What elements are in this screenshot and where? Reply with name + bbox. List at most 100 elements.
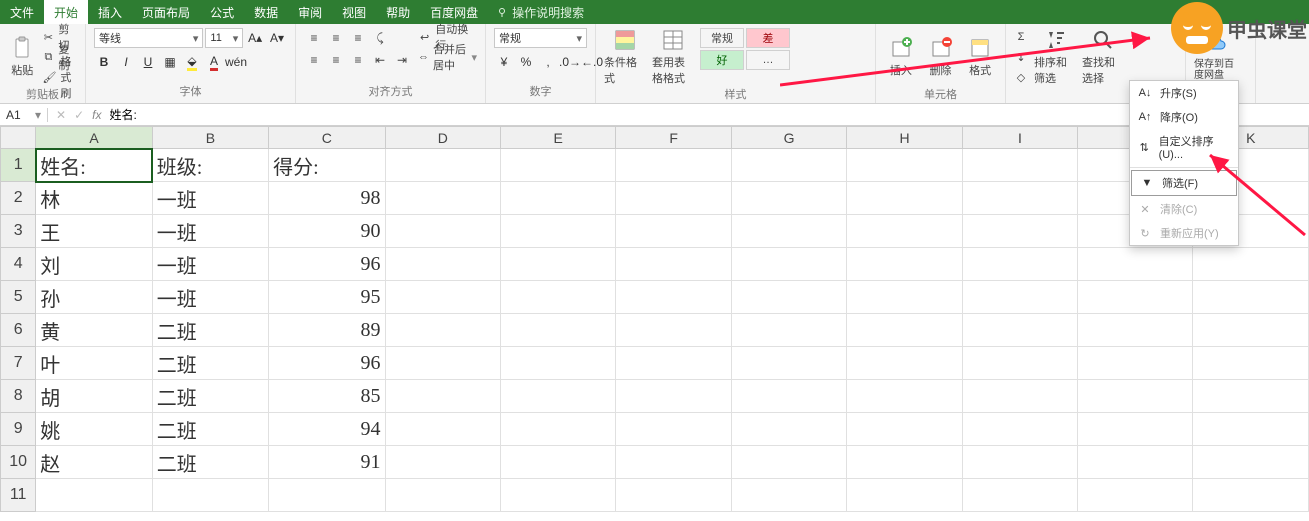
cell[interactable] <box>616 314 731 347</box>
cell[interactable] <box>962 413 1077 446</box>
cell[interactable] <box>847 347 962 380</box>
col-header-G[interactable]: G <box>731 127 846 149</box>
autosum-button[interactable]: Σ <box>1014 28 1028 46</box>
tab-file[interactable]: 文件 <box>0 0 44 24</box>
row-header-4[interactable]: 4 <box>1 248 36 281</box>
cell[interactable] <box>385 479 500 512</box>
font-name-select[interactable]: 等线▾ <box>94 28 203 48</box>
formula-input[interactable] <box>109 108 1301 122</box>
style-normal[interactable]: 常规 <box>700 28 744 48</box>
fx-icon[interactable]: fx <box>92 108 101 122</box>
cell[interactable] <box>501 479 616 512</box>
cell[interactable] <box>1078 281 1193 314</box>
cell[interactable] <box>731 347 846 380</box>
cell[interactable] <box>1078 314 1193 347</box>
cell[interactable] <box>1078 347 1193 380</box>
increase-font-button[interactable]: A▴ <box>245 28 265 48</box>
cell[interactable]: 96 <box>269 347 385 380</box>
cell[interactable]: 胡 <box>36 380 152 413</box>
sort-filter-button[interactable]: 排序和筛选 <box>1034 28 1076 86</box>
cell[interactable] <box>385 446 500 479</box>
cell[interactable] <box>385 413 500 446</box>
cell[interactable]: 一班 <box>152 182 268 215</box>
tab-review[interactable]: 审阅 <box>288 0 332 24</box>
cell[interactable] <box>847 281 962 314</box>
comma-button[interactable]: , <box>538 52 558 72</box>
percent-button[interactable]: % <box>516 52 536 72</box>
cell[interactable] <box>501 314 616 347</box>
align-middle-button[interactable]: ≡ <box>326 28 346 48</box>
cell[interactable] <box>1193 479 1309 512</box>
cell[interactable] <box>731 182 846 215</box>
cell[interactable] <box>385 380 500 413</box>
cell[interactable] <box>731 215 846 248</box>
cell[interactable] <box>616 248 731 281</box>
tell-me-search[interactable]: 操作说明搜索 <box>488 0 592 24</box>
cell[interactable] <box>385 149 500 182</box>
cell[interactable] <box>616 347 731 380</box>
tab-help[interactable]: 帮助 <box>376 0 420 24</box>
fill-color-button[interactable]: ⬙ <box>182 52 202 72</box>
tab-data[interactable]: 数据 <box>244 0 288 24</box>
cell[interactable] <box>1078 248 1193 281</box>
row-header-3[interactable]: 3 <box>1 215 36 248</box>
cell[interactable] <box>962 182 1077 215</box>
cell[interactable] <box>731 380 846 413</box>
col-header-D[interactable]: D <box>385 127 500 149</box>
cell[interactable]: 赵 <box>36 446 152 479</box>
cell[interactable] <box>1193 281 1309 314</box>
cell[interactable] <box>847 182 962 215</box>
format-cells-button[interactable]: 格式 <box>963 28 997 86</box>
cell[interactable] <box>962 446 1077 479</box>
row-header-10[interactable]: 10 <box>1 446 36 479</box>
row-header-11[interactable]: 11 <box>1 479 36 512</box>
bold-button[interactable]: B <box>94 52 114 72</box>
col-header-E[interactable]: E <box>501 127 616 149</box>
style-more[interactable]: … <box>746 50 790 70</box>
cell[interactable] <box>385 281 500 314</box>
cell[interactable] <box>731 413 846 446</box>
phonetic-button[interactable]: wén <box>226 52 246 72</box>
align-right-button[interactable]: ≡ <box>348 50 368 70</box>
cell[interactable] <box>962 479 1077 512</box>
cell[interactable] <box>847 479 962 512</box>
cell[interactable]: 91 <box>269 446 385 479</box>
col-header-I[interactable]: I <box>962 127 1077 149</box>
select-all-corner[interactable] <box>1 127 36 149</box>
cell[interactable]: 叶 <box>36 347 152 380</box>
cell[interactable] <box>385 314 500 347</box>
cell[interactable] <box>731 314 846 347</box>
cell[interactable]: 林 <box>36 182 152 215</box>
cell[interactable]: 一班 <box>152 248 268 281</box>
col-header-C[interactable]: C <box>269 127 385 149</box>
tab-view[interactable]: 视图 <box>332 0 376 24</box>
row-header-5[interactable]: 5 <box>1 281 36 314</box>
cell[interactable] <box>1193 413 1309 446</box>
cell[interactable] <box>847 380 962 413</box>
increase-decimal-button[interactable]: .0→ <box>560 52 580 72</box>
cell[interactable] <box>385 182 500 215</box>
cell[interactable] <box>616 413 731 446</box>
cell[interactable] <box>616 380 731 413</box>
format-as-table-button[interactable]: 套用表格格式 <box>652 28 694 86</box>
cell[interactable] <box>1078 380 1193 413</box>
cell[interactable]: 二班 <box>152 413 268 446</box>
cell[interactable]: 二班 <box>152 446 268 479</box>
clear-button[interactable]: ◇ <box>1014 68 1028 86</box>
cell[interactable]: 89 <box>269 314 385 347</box>
col-header-F[interactable]: F <box>616 127 731 149</box>
cell[interactable]: 二班 <box>152 380 268 413</box>
cell[interactable]: 刘 <box>36 248 152 281</box>
indent-decrease-button[interactable]: ⇤ <box>370 50 390 70</box>
cell[interactable] <box>616 149 731 182</box>
cell[interactable] <box>501 215 616 248</box>
cell[interactable] <box>847 446 962 479</box>
cell[interactable] <box>847 149 962 182</box>
cell[interactable] <box>731 446 846 479</box>
cell[interactable] <box>731 149 846 182</box>
cancel-formula-icon[interactable]: ✕ <box>56 108 66 122</box>
cell[interactable] <box>847 413 962 446</box>
cell[interactable] <box>501 413 616 446</box>
cell[interactable] <box>616 446 731 479</box>
font-color-button[interactable]: A <box>204 52 224 72</box>
